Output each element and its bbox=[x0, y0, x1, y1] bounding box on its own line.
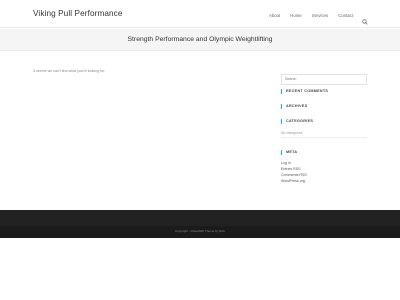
main-nav: About Home Services Contact bbox=[259, 12, 368, 25]
nav-about[interactable]: About bbox=[269, 13, 280, 18]
widget-title-archives: ARCHIVES bbox=[281, 104, 307, 109]
sidebar: RECENT COMMENTS ARCHIVES CATEGORIES No c… bbox=[281, 67, 367, 183]
nav-services[interactable]: Services bbox=[312, 13, 328, 18]
nav-home[interactable]: Home bbox=[290, 13, 301, 18]
search-icon[interactable] bbox=[362, 12, 368, 25]
widget-divider bbox=[281, 137, 367, 138]
widget-title-meta: META bbox=[281, 150, 297, 155]
widget-title-categories: CATEGORIES bbox=[281, 119, 313, 124]
sidebar-search-input[interactable] bbox=[281, 73, 367, 85]
widget-title-recent-comments: RECENT COMMENTS bbox=[281, 89, 328, 94]
footer-copyright: Copyright - OceanWP Theme by Nick bbox=[175, 229, 225, 233]
meta-link-wordpress[interactable]: WordPress.org bbox=[281, 178, 307, 184]
site-title[interactable]: Viking Pull Performance bbox=[33, 9, 123, 18]
no-categories-text: No categories bbox=[281, 131, 303, 135]
site-header: Viking Pull Performance About Home Servi… bbox=[0, 0, 400, 28]
page-header-banner: Strength Performance and Olympic Weightl… bbox=[0, 29, 400, 51]
meta-links: Log in Entries RSS Comments RSS WordPres… bbox=[281, 160, 307, 184]
nav-contact[interactable]: Contact bbox=[338, 13, 353, 18]
not-found-message: It seems we can't find what you're looki… bbox=[33, 69, 106, 73]
page-title: Strength Performance and Olympic Weightl… bbox=[127, 36, 273, 43]
